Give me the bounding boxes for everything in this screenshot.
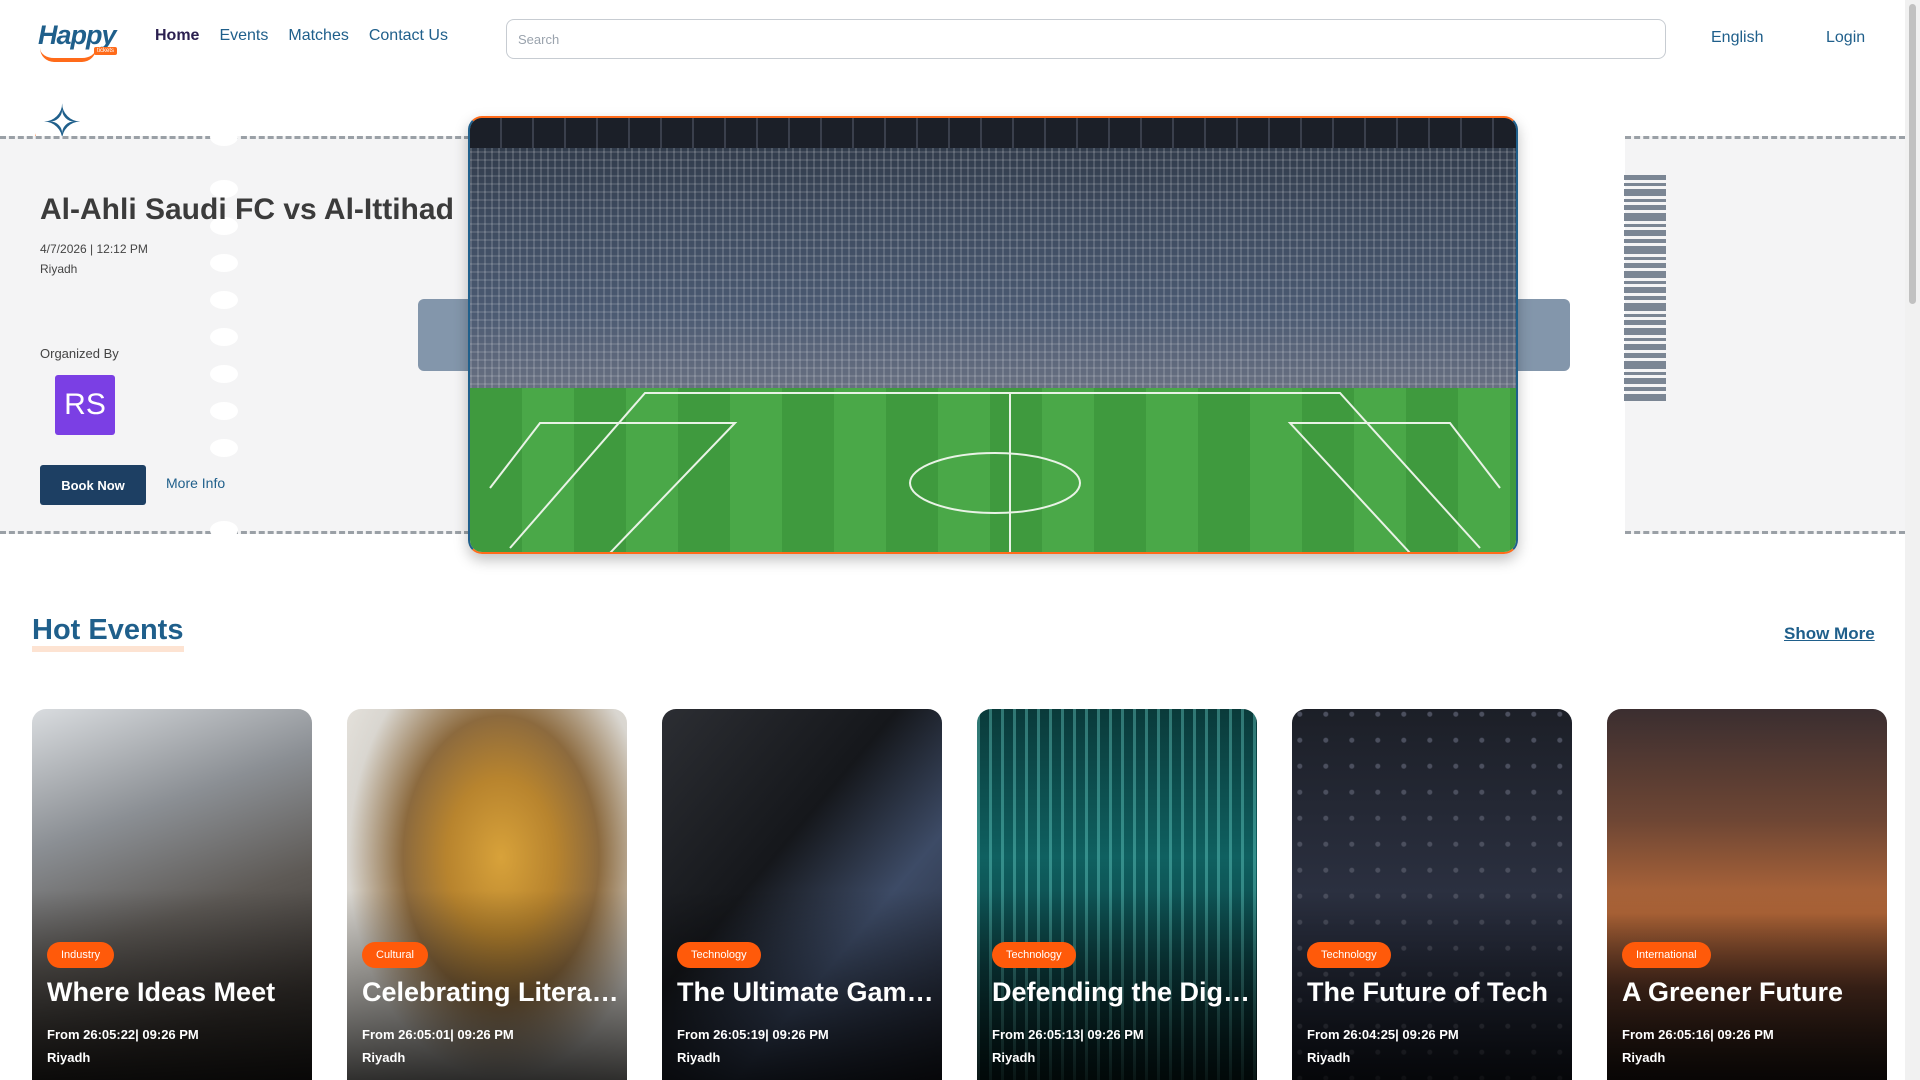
card-city: Riyadh (1307, 1050, 1351, 1065)
barcode-icon (1624, 175, 1668, 490)
card-date: From 26:05:01| 09:26 PM (362, 1027, 514, 1042)
card-title: A Greener Future (1622, 977, 1844, 1007)
card-date: From 26:05:22| 09:26 PM (47, 1027, 199, 1042)
card-category-tag: Cultural (362, 942, 428, 968)
card-title: Celebrating Literature (362, 977, 620, 1007)
card-title: The Future of Tech (1307, 977, 1548, 1007)
nav-home[interactable]: Home (155, 27, 199, 45)
happy-tickets-logo[interactable]: Happy tickets (38, 20, 118, 62)
stadium-image (468, 116, 1518, 554)
nav-contact-us[interactable]: Contact Us (369, 27, 448, 45)
card-title: The Ultimate Gaming (677, 977, 935, 1007)
card-category-tag: International (1622, 942, 1711, 968)
hero-date: 4/7/2026 | 12:12 PM (40, 242, 148, 256)
top-header: Happy tickets Home Events Matches Contac… (0, 0, 1920, 78)
pitch-lines (489, 392, 1501, 552)
card-category-tag: Technology (677, 942, 761, 968)
organized-by-label: Organized By (40, 346, 119, 361)
card-date: From 26:05:16| 09:26 PM (1622, 1027, 1774, 1042)
more-info-link[interactable]: More Info (166, 475, 225, 491)
event-card[interactable]: Technology Defending the Digital From 26… (977, 709, 1257, 1080)
card-city: Riyadh (1622, 1050, 1666, 1065)
language-selector[interactable]: English (1711, 29, 1763, 47)
event-card[interactable]: Cultural Celebrating Literature From 26:… (347, 709, 627, 1080)
hero-title: Al-Ahli Saudi FC vs Al-Ittihad (40, 193, 454, 226)
scrollbar-thumb[interactable] (1909, 4, 1916, 304)
event-card[interactable]: Technology The Future of Tech From 26:04… (1292, 709, 1572, 1080)
stadium-stands (470, 118, 1516, 393)
card-city: Riyadh (992, 1050, 1036, 1065)
card-date: From 26:05:13| 09:26 PM (992, 1027, 1144, 1042)
event-card[interactable]: International A Greener Future From 26:0… (1607, 709, 1887, 1080)
show-more-link[interactable]: Show More (1784, 624, 1875, 644)
organizer-avatar: RS (55, 375, 115, 435)
card-city: Riyadh (47, 1050, 91, 1065)
main-nav: Home Events Matches Contact Us (155, 27, 448, 45)
card-date: From 26:04:25| 09:26 PM (1307, 1027, 1459, 1042)
search-input[interactable] (506, 19, 1666, 59)
card-category-tag: Technology (1307, 942, 1391, 968)
event-card[interactable]: Industry Where Ideas Meet From 26:05:22|… (32, 709, 312, 1080)
card-city: Riyadh (677, 1050, 721, 1065)
card-date: From 26:05:19| 09:26 PM (677, 1027, 829, 1042)
card-city: Riyadh (362, 1050, 406, 1065)
stadium-roof (470, 118, 1516, 148)
login-link[interactable]: Login (1826, 29, 1865, 47)
card-title: Defending the Digital (992, 977, 1250, 1007)
card-category-tag: Industry (47, 942, 115, 968)
card-category-tag: Technology (992, 942, 1076, 968)
nav-events[interactable]: Events (219, 27, 268, 45)
event-card[interactable]: Technology The Ultimate Gaming From 26:0… (662, 709, 942, 1080)
logo-smile-icon (40, 48, 96, 62)
card-title: Where Ideas Meet (47, 977, 276, 1007)
nav-matches[interactable]: Matches (288, 27, 348, 45)
hot-events-title: Hot Events (32, 614, 184, 646)
logo-badge: tickets (94, 47, 118, 55)
football-pitch (470, 388, 1516, 552)
book-now-button[interactable]: Book Now (40, 465, 146, 505)
hero-city: Riyadh (40, 262, 78, 276)
